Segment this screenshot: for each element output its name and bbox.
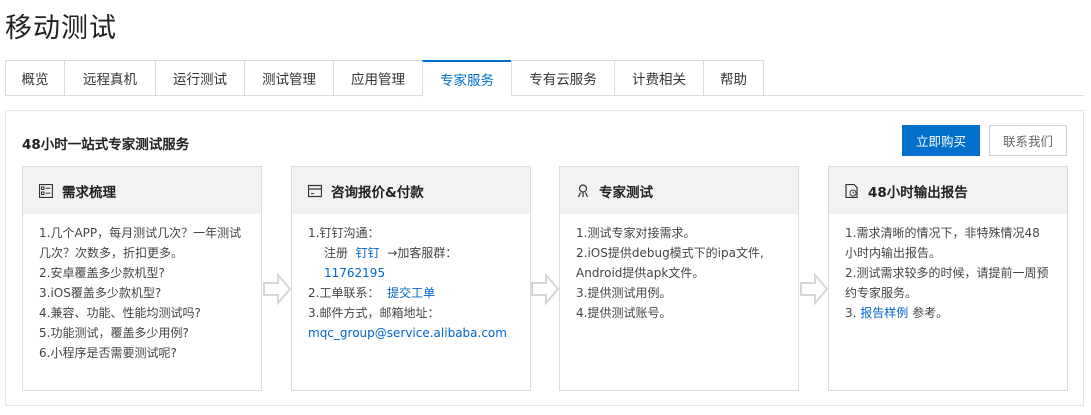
tab-overview[interactable]: 概览 (5, 60, 64, 96)
example-suffix: 参考。 (912, 306, 949, 320)
card-line: 4.提供测试账号。 (576, 306, 672, 320)
card-body: 1.钉钉沟通： 注册 钉钉 →加客服群： 11762195 2.工单联系： 提交… (292, 214, 530, 343)
register-suffix: →加客服群： (387, 246, 458, 260)
card-line: 1.钉钉沟通： (308, 226, 380, 240)
ticket-line: 2.工单联系： 提交工单 (308, 283, 530, 303)
card-title: 咨询报价&付款 (331, 184, 424, 201)
email-link[interactable]: mqc_group@service.alibaba.com (308, 323, 530, 343)
ticket-prefix: 2.工单联系： (308, 286, 380, 300)
card-title: 专家测试 (599, 184, 653, 201)
dingtalk-link[interactable]: 钉钉 (356, 246, 380, 260)
tab-run-test[interactable]: 运行测试 (155, 60, 244, 96)
card-report-output: 48小时输出报告 1.需求清晰的情况下，非特殊情况48 小时内输出报告。 2.测… (828, 166, 1068, 391)
card-line: 1.测试专家对接需求。 (576, 226, 696, 240)
card-line: Android提供apk文件。 (576, 266, 705, 280)
card-body: 1.需求清晰的情况下，非特殊情况48 小时内输出报告。 2.测试需求较多的时候，… (829, 214, 1067, 323)
report-example-link[interactable]: 报告样例 (860, 306, 908, 320)
card-line: 约专家服务。 (845, 286, 918, 300)
tab-test-management[interactable]: 测试管理 (244, 60, 333, 96)
arrow-right-icon (263, 272, 292, 306)
card-line: 4.兼容、功能、性能均测试吗? (39, 306, 201, 320)
tab-bar: 概览 远程真机 运行测试 测试管理 应用管理 专家服务 专有云服务 计费相关 帮… (5, 60, 1084, 97)
card-line: 2.iOS提供debug模式下的ipa文件, (576, 246, 764, 260)
card-expert-testing: 专家测试 1.测试专家对接需求。 2.iOS提供debug模式下的ipa文件, … (559, 166, 799, 391)
checklist-icon (38, 183, 54, 198)
card-body: 1.几个APP，每月测试几次？一年测试 几次？次数多，折扣更多。 2.安卓覆盖多… (23, 214, 261, 363)
page-title: 移动测试 (5, 13, 117, 44)
arrow-right-icon (800, 272, 829, 306)
card-line: 几次？次数多，折扣更多。 (39, 246, 184, 260)
tab-private-cloud[interactable]: 专有云服务 (511, 60, 614, 96)
card-header: 咨询报价&付款 (292, 167, 530, 214)
buy-now-button[interactable]: 立即购买 (902, 125, 980, 156)
card-line: 2.测试需求较多的时候，请提前一周预 (845, 266, 1049, 280)
tab-help[interactable]: 帮助 (703, 60, 764, 96)
card-line: 3.iOS覆盖多少款机型? (39, 286, 162, 300)
card-line: 2.安卓覆盖多少款机型? (39, 266, 165, 280)
card-requirements: 需求梳理 1.几个APP，每月测试几次？一年测试 几次？次数多，折扣更多。 2.… (22, 166, 262, 391)
card-line: 1.几个APP，每月测试几次？一年测试 (39, 226, 242, 240)
card-line: 小时内输出报告。 (845, 246, 942, 260)
report-icon (845, 183, 859, 198)
card-header: 专家测试 (560, 167, 798, 214)
expert-service-panel: 48小时一站式专家测试服务 立即购买 联系我们 需求梳理 1.几个APP，每月测… (5, 110, 1084, 406)
card-title: 需求梳理 (62, 184, 116, 201)
panel-title: 48小时一站式专家测试服务 (22, 137, 190, 153)
card-header: 48小时输出报告 (829, 167, 1067, 214)
card-line: 6.小程序是否需要测试呢? (39, 346, 177, 360)
register-line: 注册 钉钉 →加客服群： (308, 243, 530, 263)
card-line: 3.邮件方式，邮箱地址： (308, 306, 440, 320)
submit-ticket-link[interactable]: 提交工单 (387, 286, 435, 300)
card-body: 1.测试专家对接需求。 2.iOS提供debug模式下的ipa文件, Andro… (560, 214, 798, 323)
tab-billing[interactable]: 计费相关 (614, 60, 703, 96)
card-line: 5.功能测试，覆盖多少用例? (39, 326, 189, 340)
card-line: 3.提供测试用例。 (576, 286, 672, 300)
group-number: 11762195 (324, 266, 386, 280)
tab-expert-service[interactable]: 专家服务 (422, 60, 511, 97)
tab-app-management[interactable]: 应用管理 (333, 60, 422, 96)
register-prefix: 注册 (324, 246, 349, 260)
tab-remote-device[interactable]: 远程真机 (64, 60, 155, 96)
card-line: 1.需求清晰的情况下，非特殊情况48 (845, 226, 1040, 240)
card-title: 48小时输出报告 (868, 184, 968, 201)
example-prefix: 3. (845, 306, 857, 320)
contact-us-button[interactable]: 联系我们 (989, 125, 1067, 156)
card-quote-payment: 咨询报价&付款 1.钉钉沟通： 注册 钉钉 →加客服群： 11762195 2.… (291, 166, 531, 391)
arrow-right-icon (531, 272, 560, 306)
payment-card-icon (307, 184, 323, 198)
card-header: 需求梳理 (23, 167, 261, 214)
example-line: 3. 报告样例 参考。 (845, 303, 1067, 323)
expert-icon (576, 183, 590, 198)
